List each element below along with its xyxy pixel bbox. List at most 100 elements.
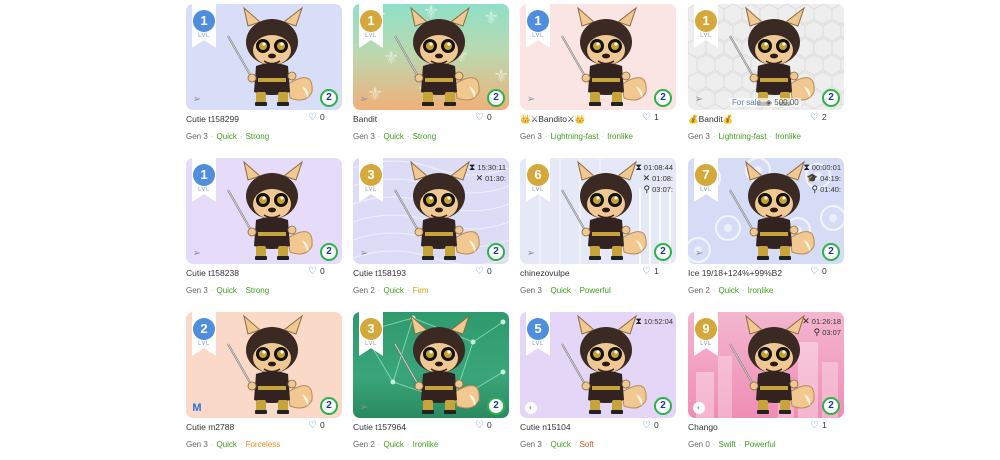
level-label: LVL bbox=[365, 341, 377, 347]
generation: Gen 3 bbox=[186, 440, 208, 449]
cutie-name[interactable]: Ice 19/18+124%+99%B2 bbox=[688, 268, 808, 278]
cutie-image[interactable]: 5 LVL ⧗ 10:52:04 ◐ 2 bbox=[520, 312, 676, 418]
cutie-card[interactable]: 7 LVL ⧗ 00:00:01 🎓 04:19: ⚲ 01:40: ➢ 2 Ice 19… bbox=[688, 158, 844, 306]
cutie-image[interactable]: 3 LVL ⧗ 15:30:11 ✕ 01:30: ➢ 2 bbox=[353, 158, 509, 264]
timer-icon: ⧗ bbox=[803, 162, 810, 172]
cutie-image[interactable]: 3 LVL ➢ 2 bbox=[353, 312, 509, 418]
level-ribbon: 1 LVL bbox=[526, 4, 550, 48]
cutie-name[interactable]: Cutie n15104 bbox=[520, 422, 640, 432]
cutie-image[interactable]: 1 LVL ➢ 2 bbox=[520, 4, 676, 110]
cutie-name[interactable]: Cutie t157964 bbox=[353, 422, 473, 432]
cutie-card[interactable]: 3 LVL ➢ 2 Cutie t157964 ♡ 0 Gen 2 · Quick · I… bbox=[353, 312, 509, 460]
cutie-card[interactable]: 1 LVL ➢ 2 Cutie t158299 ♡ 0 Gen 3 · Quick · S… bbox=[186, 4, 342, 152]
cutie-image[interactable]: 9 LVL ✕ 01:26:18 ⚲ 03:07 ◐ 2 bbox=[688, 312, 844, 418]
speed: Swift bbox=[718, 440, 736, 449]
timer-row: 🎓 04:19: bbox=[806, 173, 841, 183]
level-label: LVL bbox=[700, 341, 712, 347]
like-button[interactable]: ♡ 0 bbox=[308, 112, 342, 123]
heart-icon: ♡ bbox=[475, 112, 484, 123]
cutie-image[interactable]: ⚜⚜⚜⚜⚜⚜⚜⚜ 1 LVL bbox=[353, 4, 509, 110]
cutie-meta: Gen 3 · Quick · Strong bbox=[186, 286, 270, 295]
timer-row: ⧗ 01:08:44 bbox=[635, 162, 673, 172]
trait: Soft bbox=[579, 440, 594, 449]
cutie-image[interactable]: 1 LVL ➢ 2 bbox=[186, 4, 342, 110]
trait: Ironlike bbox=[412, 440, 439, 449]
like-button[interactable]: ♡ 2 bbox=[810, 112, 844, 123]
heart-icon: ♡ bbox=[642, 266, 651, 277]
level-ribbon: 1 LVL bbox=[192, 158, 216, 202]
level-ribbon: 2 LVL bbox=[192, 312, 216, 356]
timer-icon: ✕ bbox=[642, 173, 651, 183]
timer-icon: ✕ bbox=[475, 173, 484, 183]
cutie-card[interactable]: 1 LVL For sale ◈ 500.00 ➢ 2 💰Bandit💰 ♡ 2 G… bbox=[688, 4, 844, 152]
timers: ⧗ 01:08:44 ✕ 01:08: ⚲ 03:07: bbox=[635, 162, 673, 195]
timers: ⧗ 10:52:04 bbox=[635, 316, 673, 327]
heart-icon: ♡ bbox=[810, 420, 819, 431]
cutie-image[interactable]: 7 LVL ⧗ 00:00:01 🎓 04:19: ⚲ 01:40: ➢ 2 bbox=[688, 158, 844, 264]
trait: Ironlike bbox=[607, 132, 633, 141]
generation-icon: 2 bbox=[320, 89, 338, 107]
cutie-name[interactable]: Cutie t158299 bbox=[186, 114, 306, 124]
generation-icon: 2 bbox=[654, 397, 672, 415]
cutie-image[interactable]: 1 LVL ➢ 2 bbox=[186, 158, 342, 264]
like-button[interactable]: ♡ 0 bbox=[308, 266, 342, 277]
cutie-image[interactable]: 1 LVL For sale ◈ 500.00 ➢ 2 bbox=[688, 4, 844, 110]
like-button[interactable]: ♡ 0 bbox=[475, 266, 509, 277]
cutie-card[interactable]: 1 LVL ➢ 2 👑⚔Bandito⚔👑 ♡ 1 Gen 3 · Lightning… bbox=[520, 4, 676, 152]
arrow-icon: ➢ bbox=[359, 402, 369, 413]
like-button[interactable]: ♡ 0 bbox=[642, 420, 676, 431]
level-badge: 7 bbox=[695, 164, 717, 186]
like-button[interactable]: ♡ 0 bbox=[308, 420, 342, 431]
trait: Forceless bbox=[245, 440, 281, 449]
cutie-meta: Gen 3 · Quick · Strong bbox=[186, 132, 270, 141]
cutie-name[interactable]: 💰Bandit💰 bbox=[688, 114, 808, 125]
cutie-card[interactable]: 6 LVL ⧗ 01:08:44 ✕ 01:08: ⚲ 03:07: ➢ 2 chinez… bbox=[520, 158, 676, 306]
cutie-meta: Gen 3 · Quick · Powerful bbox=[520, 286, 611, 295]
cutie-meta: Gen 2 · Quick · Firm bbox=[353, 286, 429, 295]
cutie-name[interactable]: Cutie t158238 bbox=[186, 268, 306, 278]
cutie-card[interactable]: 1 LVL ➢ 2 Cutie t158238 ♡ 0 Gen 3 · Quick · S… bbox=[186, 158, 342, 306]
level-ribbon: 5 LVL bbox=[526, 312, 550, 356]
timer-row: ⧗ 10:52:04 bbox=[635, 316, 673, 326]
like-button[interactable]: ♡ 1 bbox=[810, 420, 844, 431]
like-button[interactable]: ♡ 0 bbox=[475, 420, 509, 431]
like-button[interactable]: ♡ 0 bbox=[475, 112, 509, 123]
level-label: LVL bbox=[700, 187, 712, 193]
arrow-icon: ➢ bbox=[526, 94, 536, 105]
timer-icon: 🎓 bbox=[806, 173, 819, 183]
timer-row: ⚲ 03:07 bbox=[813, 327, 841, 337]
cutie-card[interactable]: ⚜⚜⚜⚜⚜⚜⚜⚜ 1 LVL bbox=[353, 4, 509, 152]
cutie-name[interactable]: Bandit bbox=[353, 114, 473, 124]
heart-icon: ♡ bbox=[642, 112, 651, 123]
cutie-image[interactable]: 2 LVL M 2 bbox=[186, 312, 342, 418]
cutie-name[interactable]: chinezovulpe bbox=[520, 268, 640, 278]
level-badge: 1 bbox=[695, 10, 717, 32]
for-sale-tag[interactable]: For sale ◈ 500.00 bbox=[730, 98, 801, 107]
like-button[interactable]: ♡ 1 bbox=[642, 112, 676, 123]
like-button[interactable]: ♡ 0 bbox=[810, 266, 844, 277]
cutie-name[interactable]: Chango bbox=[688, 422, 808, 432]
generation: Gen 3 bbox=[353, 132, 375, 141]
cutie-name[interactable]: 👑⚔Bandito⚔👑 bbox=[520, 114, 640, 125]
cutie-name[interactable]: Cutie t158193 bbox=[353, 268, 473, 278]
cutie-card[interactable]: 2 LVL M 2 Cutie m2788 ♡ 0 Gen 3 · Quick · For… bbox=[186, 312, 342, 460]
fox-avatar bbox=[724, 6, 824, 109]
cutie-meta: Gen 3 · Lightning-fast · Ironlike bbox=[520, 132, 633, 141]
cutie-card[interactable]: 9 LVL ✕ 01:26:18 ⚲ 03:07 ◐ 2 Chango ♡ 1 Gen … bbox=[688, 312, 844, 460]
like-button[interactable]: ♡ 1 bbox=[642, 266, 676, 277]
generation: Gen 3 bbox=[520, 286, 542, 295]
generation: Gen 2 bbox=[353, 286, 375, 295]
timer-row: ⚲ 03:07: bbox=[643, 184, 673, 194]
cutie-image[interactable]: 6 LVL ⧗ 01:08:44 ✕ 01:08: ⚲ 03:07: ➢ 2 bbox=[520, 158, 676, 264]
cutie-card[interactable]: 5 LVL ⧗ 10:52:04 ◐ 2 Cutie n15104 ♡ 0 Gen … bbox=[520, 312, 676, 460]
level-label: LVL bbox=[198, 187, 210, 193]
generation-icon: 2 bbox=[822, 243, 840, 261]
cutie-card[interactable]: 3 LVL ⧗ 15:30:11 ✕ 01:30: ➢ 2 Cutie t158193… bbox=[353, 158, 509, 306]
timers: ⧗ 15:30:11 ✕ 01:30: bbox=[469, 162, 506, 184]
generation: Gen 3 bbox=[520, 132, 542, 141]
heart-icon: ♡ bbox=[642, 420, 651, 431]
cutie-name[interactable]: Cutie m2788 bbox=[186, 422, 306, 432]
speed: Quick bbox=[383, 132, 404, 141]
timer-icon: ⧗ bbox=[635, 316, 642, 326]
sale-price: ◈ 500.00 bbox=[765, 98, 799, 107]
